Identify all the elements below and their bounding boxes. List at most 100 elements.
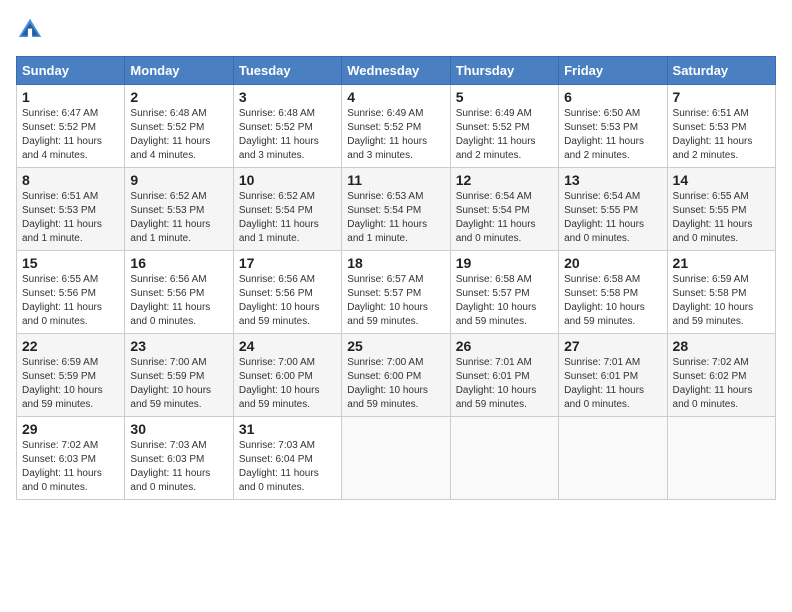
day-number: 6 — [564, 89, 661, 105]
calendar-cell: 28 Sunrise: 7:02 AM Sunset: 6:02 PM Dayl… — [667, 334, 775, 417]
day-number: 5 — [456, 89, 553, 105]
calendar-cell: 6 Sunrise: 6:50 AM Sunset: 5:53 PM Dayli… — [559, 85, 667, 168]
day-number: 9 — [130, 172, 227, 188]
col-header-thursday: Thursday — [450, 57, 558, 85]
day-number: 11 — [347, 172, 444, 188]
calendar-cell: 31 Sunrise: 7:03 AM Sunset: 6:04 PM Dayl… — [233, 417, 341, 500]
calendar-cell: 10 Sunrise: 6:52 AM Sunset: 5:54 PM Dayl… — [233, 168, 341, 251]
day-number: 3 — [239, 89, 336, 105]
day-info: Sunrise: 6:48 AM Sunset: 5:52 PM Dayligh… — [239, 107, 336, 163]
day-info: Sunrise: 6:55 AM Sunset: 5:56 PM Dayligh… — [22, 273, 119, 329]
calendar-cell: 12 Sunrise: 6:54 AM Sunset: 5:54 PM Dayl… — [450, 168, 558, 251]
calendar-cell: 29 Sunrise: 7:02 AM Sunset: 6:03 PM Dayl… — [17, 417, 125, 500]
calendar-cell: 30 Sunrise: 7:03 AM Sunset: 6:03 PM Dayl… — [125, 417, 233, 500]
day-info: Sunrise: 7:03 AM Sunset: 6:04 PM Dayligh… — [239, 439, 336, 495]
calendar-cell: 13 Sunrise: 6:54 AM Sunset: 5:55 PM Dayl… — [559, 168, 667, 251]
col-header-wednesday: Wednesday — [342, 57, 450, 85]
day-number: 18 — [347, 255, 444, 271]
day-info: Sunrise: 6:59 AM Sunset: 5:59 PM Dayligh… — [22, 356, 119, 412]
calendar-cell — [342, 417, 450, 500]
day-number: 4 — [347, 89, 444, 105]
logo — [16, 16, 46, 44]
day-info: Sunrise: 7:00 AM Sunset: 5:59 PM Dayligh… — [130, 356, 227, 412]
day-info: Sunrise: 6:50 AM Sunset: 5:53 PM Dayligh… — [564, 107, 661, 163]
day-number: 21 — [673, 255, 770, 271]
day-info: Sunrise: 7:01 AM Sunset: 6:01 PM Dayligh… — [564, 356, 661, 412]
day-info: Sunrise: 6:57 AM Sunset: 5:57 PM Dayligh… — [347, 273, 444, 329]
day-number: 23 — [130, 338, 227, 354]
calendar-cell: 26 Sunrise: 7:01 AM Sunset: 6:01 PM Dayl… — [450, 334, 558, 417]
day-info: Sunrise: 7:01 AM Sunset: 6:01 PM Dayligh… — [456, 356, 553, 412]
calendar-cell: 8 Sunrise: 6:51 AM Sunset: 5:53 PM Dayli… — [17, 168, 125, 251]
calendar-cell: 19 Sunrise: 6:58 AM Sunset: 5:57 PM Dayl… — [450, 251, 558, 334]
calendar-cell: 27 Sunrise: 7:01 AM Sunset: 6:01 PM Dayl… — [559, 334, 667, 417]
calendar-cell: 24 Sunrise: 7:00 AM Sunset: 6:00 PM Dayl… — [233, 334, 341, 417]
day-number: 20 — [564, 255, 661, 271]
day-info: Sunrise: 6:51 AM Sunset: 5:53 PM Dayligh… — [673, 107, 770, 163]
col-header-friday: Friday — [559, 57, 667, 85]
calendar: SundayMondayTuesdayWednesdayThursdayFrid… — [16, 56, 776, 500]
calendar-cell: 14 Sunrise: 6:55 AM Sunset: 5:55 PM Dayl… — [667, 168, 775, 251]
day-info: Sunrise: 6:49 AM Sunset: 5:52 PM Dayligh… — [456, 107, 553, 163]
day-info: Sunrise: 6:47 AM Sunset: 5:52 PM Dayligh… — [22, 107, 119, 163]
day-number: 16 — [130, 255, 227, 271]
calendar-cell: 5 Sunrise: 6:49 AM Sunset: 5:52 PM Dayli… — [450, 85, 558, 168]
day-number: 25 — [347, 338, 444, 354]
day-info: Sunrise: 6:53 AM Sunset: 5:54 PM Dayligh… — [347, 190, 444, 246]
calendar-cell: 16 Sunrise: 6:56 AM Sunset: 5:56 PM Dayl… — [125, 251, 233, 334]
calendar-cell: 21 Sunrise: 6:59 AM Sunset: 5:58 PM Dayl… — [667, 251, 775, 334]
day-info: Sunrise: 6:52 AM Sunset: 5:54 PM Dayligh… — [239, 190, 336, 246]
calendar-cell: 22 Sunrise: 6:59 AM Sunset: 5:59 PM Dayl… — [17, 334, 125, 417]
calendar-cell: 4 Sunrise: 6:49 AM Sunset: 5:52 PM Dayli… — [342, 85, 450, 168]
col-header-tuesday: Tuesday — [233, 57, 341, 85]
day-number: 22 — [22, 338, 119, 354]
calendar-cell: 18 Sunrise: 6:57 AM Sunset: 5:57 PM Dayl… — [342, 251, 450, 334]
day-number: 14 — [673, 172, 770, 188]
calendar-cell: 7 Sunrise: 6:51 AM Sunset: 5:53 PM Dayli… — [667, 85, 775, 168]
calendar-cell: 17 Sunrise: 6:56 AM Sunset: 5:56 PM Dayl… — [233, 251, 341, 334]
day-info: Sunrise: 6:58 AM Sunset: 5:57 PM Dayligh… — [456, 273, 553, 329]
day-info: Sunrise: 6:48 AM Sunset: 5:52 PM Dayligh… — [130, 107, 227, 163]
day-number: 19 — [456, 255, 553, 271]
day-number: 31 — [239, 421, 336, 437]
logo-icon — [16, 16, 44, 44]
day-number: 29 — [22, 421, 119, 437]
day-info: Sunrise: 7:03 AM Sunset: 6:03 PM Dayligh… — [130, 439, 227, 495]
col-header-monday: Monday — [125, 57, 233, 85]
calendar-cell — [450, 417, 558, 500]
col-header-sunday: Sunday — [17, 57, 125, 85]
calendar-cell: 1 Sunrise: 6:47 AM Sunset: 5:52 PM Dayli… — [17, 85, 125, 168]
day-info: Sunrise: 6:49 AM Sunset: 5:52 PM Dayligh… — [347, 107, 444, 163]
day-number: 24 — [239, 338, 336, 354]
day-info: Sunrise: 7:00 AM Sunset: 6:00 PM Dayligh… — [347, 356, 444, 412]
calendar-cell: 11 Sunrise: 6:53 AM Sunset: 5:54 PM Dayl… — [342, 168, 450, 251]
day-number: 7 — [673, 89, 770, 105]
header — [16, 16, 776, 44]
day-info: Sunrise: 6:59 AM Sunset: 5:58 PM Dayligh… — [673, 273, 770, 329]
day-number: 12 — [456, 172, 553, 188]
day-info: Sunrise: 6:51 AM Sunset: 5:53 PM Dayligh… — [22, 190, 119, 246]
day-number: 13 — [564, 172, 661, 188]
day-number: 30 — [130, 421, 227, 437]
day-number: 17 — [239, 255, 336, 271]
day-info: Sunrise: 7:00 AM Sunset: 6:00 PM Dayligh… — [239, 356, 336, 412]
day-number: 27 — [564, 338, 661, 354]
day-number: 26 — [456, 338, 553, 354]
day-number: 15 — [22, 255, 119, 271]
calendar-cell: 23 Sunrise: 7:00 AM Sunset: 5:59 PM Dayl… — [125, 334, 233, 417]
day-number: 28 — [673, 338, 770, 354]
calendar-cell — [667, 417, 775, 500]
calendar-cell: 20 Sunrise: 6:58 AM Sunset: 5:58 PM Dayl… — [559, 251, 667, 334]
day-info: Sunrise: 6:56 AM Sunset: 5:56 PM Dayligh… — [239, 273, 336, 329]
col-header-saturday: Saturday — [667, 57, 775, 85]
calendar-cell: 15 Sunrise: 6:55 AM Sunset: 5:56 PM Dayl… — [17, 251, 125, 334]
day-number: 2 — [130, 89, 227, 105]
day-info: Sunrise: 6:54 AM Sunset: 5:55 PM Dayligh… — [564, 190, 661, 246]
day-info: Sunrise: 6:56 AM Sunset: 5:56 PM Dayligh… — [130, 273, 227, 329]
calendar-cell — [559, 417, 667, 500]
day-number: 8 — [22, 172, 119, 188]
calendar-cell: 3 Sunrise: 6:48 AM Sunset: 5:52 PM Dayli… — [233, 85, 341, 168]
day-info: Sunrise: 7:02 AM Sunset: 6:02 PM Dayligh… — [673, 356, 770, 412]
calendar-cell: 9 Sunrise: 6:52 AM Sunset: 5:53 PM Dayli… — [125, 168, 233, 251]
day-info: Sunrise: 6:58 AM Sunset: 5:58 PM Dayligh… — [564, 273, 661, 329]
